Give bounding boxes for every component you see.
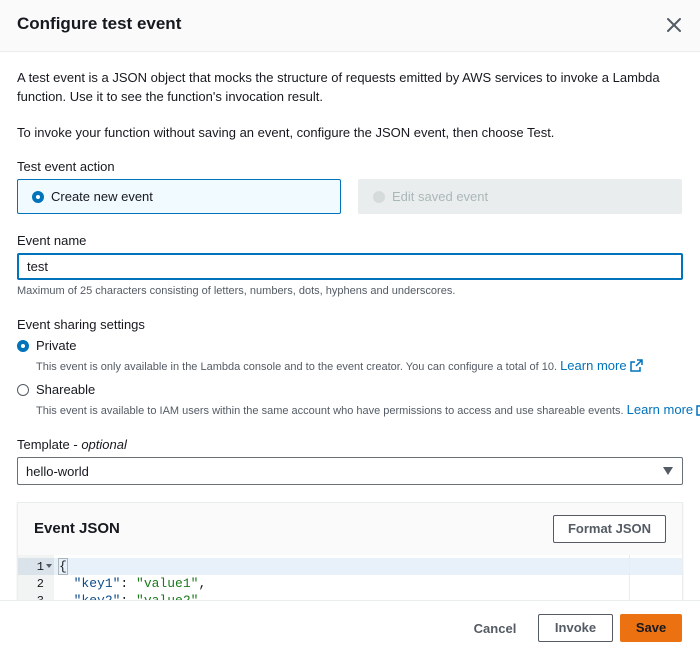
event-sharing-label: Event sharing settings — [17, 317, 145, 332]
create-new-event-radio[interactable] — [32, 191, 44, 203]
external-link-icon — [696, 405, 700, 416]
private-description-text: This event is only available in the Lamb… — [36, 361, 558, 373]
template-label: Template - optional — [17, 437, 127, 452]
line-number: 1 — [36, 560, 44, 574]
private-learn-more-label: Learn more — [560, 358, 627, 373]
template-label-optional: optional — [81, 437, 127, 452]
event-json-title: Event JSON — [34, 520, 120, 537]
cancel-button[interactable]: Cancel — [468, 615, 522, 643]
edit-saved-event-radio — [373, 191, 385, 203]
shareable-description: This event is available to IAM users wit… — [36, 402, 700, 417]
event-name-hint: Maximum of 25 characters consisting of l… — [17, 285, 456, 297]
event-name-input[interactable] — [17, 253, 683, 280]
intro-paragraph-1: A test event is a JSON object that mocks… — [17, 70, 660, 104]
json-comma: , — [198, 576, 207, 591]
create-new-event-label: Create new event — [51, 189, 153, 204]
test-event-action-label: Test event action — [17, 159, 115, 174]
json-key: "key1" — [73, 576, 121, 591]
template-label-text: Template — [17, 437, 70, 452]
caret-down-icon — [663, 467, 673, 475]
close-icon[interactable] — [664, 15, 684, 35]
event-json-panel: Event JSON Format JSON 1 { 2 "key1": "va… — [17, 502, 683, 612]
private-label: Private — [36, 338, 77, 353]
edit-saved-event-tile: Edit saved event — [358, 179, 682, 214]
private-radio[interactable] — [17, 340, 29, 352]
shareable-radio[interactable] — [17, 384, 29, 396]
intro-paragraph-2: To invoke your function without saving a… — [17, 125, 555, 140]
template-select[interactable]: hello-world — [17, 457, 683, 485]
shareable-learn-more-label: Learn more — [626, 402, 694, 417]
save-button[interactable]: Save — [620, 614, 682, 642]
shareable-description-text: This event is available to IAM users wit… — [36, 405, 624, 417]
external-link-icon — [629, 359, 643, 372]
event-json-header: Event JSON Format JSON — [18, 503, 682, 555]
json-colon: : — [120, 576, 137, 591]
edit-saved-event-label: Edit saved event — [392, 189, 489, 204]
private-learn-more-link[interactable]: Learn more — [560, 358, 643, 373]
shareable-learn-more-link[interactable]: Learn more — [627, 402, 700, 417]
open-brace: { — [58, 558, 68, 575]
line-number: 2 — [36, 577, 44, 591]
fold-arrow-icon[interactable] — [46, 564, 52, 568]
format-json-button[interactable]: Format JSON — [553, 515, 666, 543]
modal-footer: Cancel Invoke Save — [0, 600, 700, 651]
code-line-1: { — [58, 558, 68, 575]
shareable-label: Shareable — [36, 382, 96, 397]
template-select-value: hello-world — [26, 464, 89, 479]
json-value: "value1" — [136, 576, 199, 591]
event-name-label: Event name — [17, 233, 87, 248]
code-line-2: "key1": "value1", — [58, 576, 207, 591]
private-description: This event is only available in the Lamb… — [36, 358, 643, 373]
modal-header: Configure test event — [0, 0, 700, 52]
create-new-event-tile[interactable]: Create new event — [17, 179, 341, 214]
active-line-highlight — [18, 558, 682, 575]
modal-title: Configure test event — [17, 14, 182, 33]
invoke-button[interactable]: Invoke — [538, 614, 613, 642]
